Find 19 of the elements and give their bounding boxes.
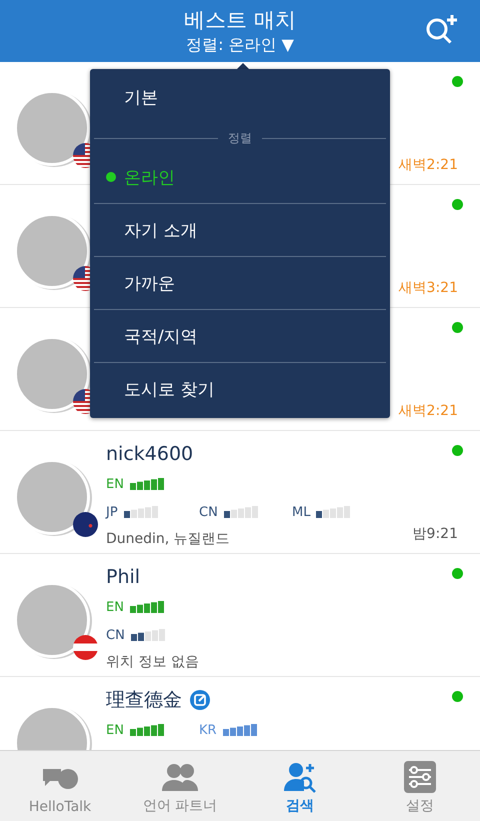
- page-title: 베스트 매치: [184, 7, 296, 34]
- language-code: EN: [106, 600, 124, 614]
- user-name: nick4600: [106, 443, 194, 465]
- language-code: CN: [199, 504, 218, 520]
- last-seen-time: 새벽2:21: [398, 156, 458, 174]
- language-code: ML: [292, 504, 310, 520]
- location-text: Dunedin, 뉴질랜드: [106, 530, 230, 549]
- last-seen-time: 새벽3:21: [398, 279, 458, 297]
- language-code: EN: [106, 476, 124, 492]
- language-code: CN: [106, 628, 125, 642]
- location-text: 위치 정보 없음: [106, 653, 199, 672]
- menu-section-header: 정렬: [228, 130, 252, 146]
- last-seen-time: 새벽2:21: [398, 402, 458, 420]
- user-name: 理查德金: [106, 688, 182, 713]
- last-seen-time: 밤9:21: [412, 525, 458, 543]
- language-code: KR: [199, 722, 217, 738]
- language-code: JP: [106, 504, 118, 520]
- language-code: EN: [106, 722, 124, 738]
- user-name: Phil: [106, 566, 140, 588]
